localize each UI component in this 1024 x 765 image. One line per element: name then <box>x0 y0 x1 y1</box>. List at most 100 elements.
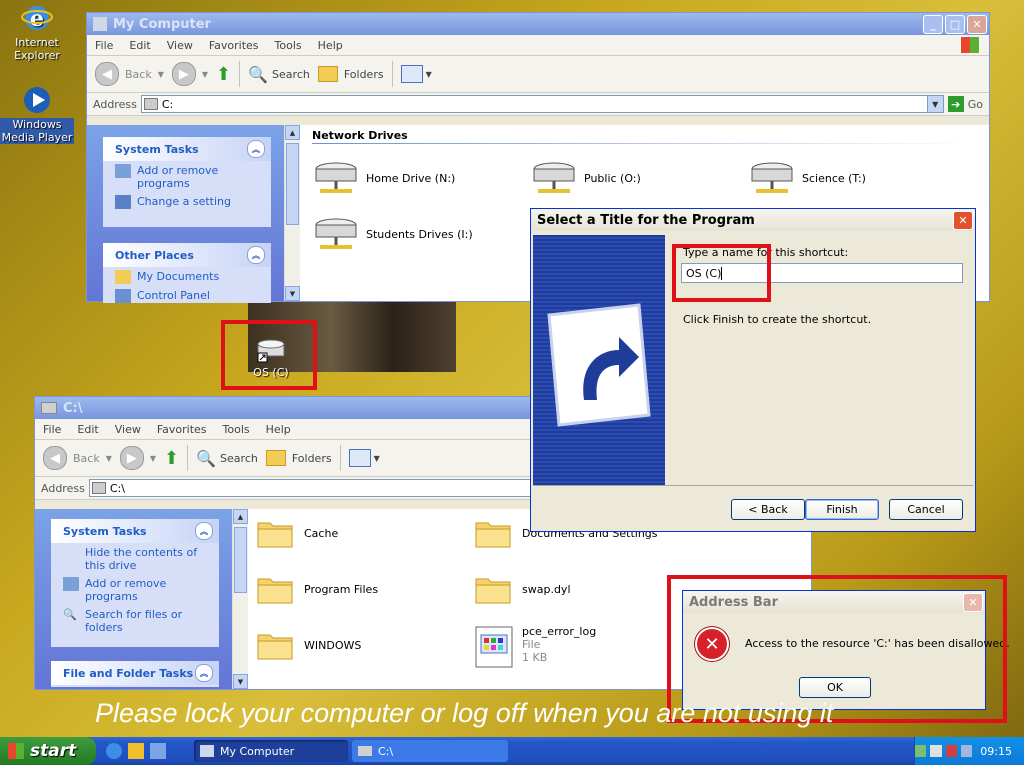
drive-label: Home Drive (N:) <box>366 171 456 185</box>
scroll-thumb[interactable] <box>234 527 247 593</box>
clock: 09:15 <box>980 744 1012 758</box>
collapse-chevron-icon[interactable]: ︽ <box>247 140 265 158</box>
volume-icon[interactable] <box>960 745 973 757</box>
desktop-icon-internet-explorer[interactable]: e Internet Explorer <box>0 2 74 62</box>
maximize-button[interactable]: □ <box>945 14 965 34</box>
network-icon[interactable] <box>914 745 927 757</box>
toolbar-separator <box>239 61 241 87</box>
forward-button[interactable]: ▶ ▼ <box>171 62 208 86</box>
menu-edit[interactable]: Edit <box>69 423 106 436</box>
folder-cache[interactable]: Cache <box>256 517 338 549</box>
up-folder-button[interactable]: ⬆ <box>164 448 179 469</box>
search-icon: 🔍 <box>248 64 269 84</box>
address-input[interactable]: C: ▼ <box>140 95 944 113</box>
section-divider <box>312 143 972 144</box>
desktop-icon-label: Internet Explorer <box>14 36 60 62</box>
scroll-down-arrow[interactable]: ▼ <box>233 674 248 689</box>
menu-tools[interactable]: Tools <box>215 423 258 436</box>
panel-header[interactable]: Other Places ︽ <box>103 243 271 267</box>
programs-icon <box>115 164 131 178</box>
scroll-up-arrow[interactable]: ▲ <box>233 509 248 524</box>
back-button[interactable]: ◀ Back ▼ <box>43 446 112 470</box>
scroll-up-arrow[interactable]: ▲ <box>285 125 300 140</box>
finish-button[interactable]: Finish <box>805 499 879 520</box>
collapse-chevron-icon[interactable]: ︽ <box>195 522 213 540</box>
menu-file[interactable]: File <box>87 39 121 52</box>
start-button[interactable]: start <box>0 737 96 765</box>
menu-edit[interactable]: Edit <box>121 39 158 52</box>
scroll-thumb[interactable] <box>286 143 299 225</box>
system-tasks-panel: System Tasks ︽ Hide the contents of this … <box>51 519 219 647</box>
drive-students-i[interactable]: Students Drives (I:) <box>314 217 473 251</box>
my-computer-titlebar[interactable]: My Computer _ □ ✕ <box>87 13 989 35</box>
computer-icon <box>200 745 214 757</box>
section-header-network-drives: Network Drives <box>312 129 408 142</box>
address-label: Address <box>41 481 85 495</box>
file-pce-error-log[interactable]: pce_error_log File 1 KB <box>474 625 596 669</box>
task-pane-scrollbar[interactable]: ▲ ▼ <box>284 125 300 301</box>
antivirus-icon[interactable] <box>930 745 942 757</box>
task-hide-drive-contents[interactable]: Hide the contents of this drive <box>51 543 219 574</box>
dialog-titlebar[interactable]: Select a Title for the Program ✕ <box>531 209 975 231</box>
folder-swap-dyl[interactable]: swap.dyl <box>474 573 571 605</box>
window-icon <box>41 402 57 414</box>
place-my-documents[interactable]: My Documents <box>103 267 271 286</box>
close-button[interactable]: ✕ <box>953 210 973 230</box>
folder-program-files[interactable]: Program Files <box>256 573 378 605</box>
search-button[interactable]: 🔍 Search <box>248 65 310 84</box>
folders-button[interactable]: Folders <box>317 66 384 82</box>
back-button[interactable]: ◀ Back ▼ <box>95 62 164 86</box>
menu-help[interactable]: Help <box>258 423 299 436</box>
views-button[interactable]: ▼ <box>400 65 432 83</box>
menu-help[interactable]: Help <box>310 39 351 52</box>
drive-home-n[interactable]: Home Drive (N:) <box>314 161 455 195</box>
menu-favorites[interactable]: Favorites <box>149 423 215 436</box>
drive-public-o[interactable]: Public (O:) <box>532 161 641 195</box>
go-button[interactable]: ➔ Go <box>947 96 983 112</box>
drive-science-t[interactable]: Science (T:) <box>750 161 866 195</box>
menu-view[interactable]: View <box>107 423 149 436</box>
menu-tools[interactable]: Tools <box>267 39 310 52</box>
network-drive-icon <box>533 162 575 193</box>
task-pane-scrollbar[interactable]: ▲ ▼ <box>232 509 248 689</box>
desktop-icon-windows-media-player[interactable]: Windows Media Player <box>0 84 74 144</box>
collapse-chevron-icon[interactable]: ︽ <box>195 664 213 682</box>
address-label: Address <box>93 97 137 111</box>
menu-file[interactable]: File <box>35 423 69 436</box>
quick-launch <box>106 743 166 759</box>
forward-button[interactable]: ▶ ▼ <box>119 446 156 470</box>
cancel-button[interactable]: Cancel <box>889 499 963 520</box>
scroll-down-arrow[interactable]: ▼ <box>285 286 300 301</box>
panel-header[interactable]: System Tasks ︽ <box>51 519 219 543</box>
collapse-chevron-icon[interactable]: ︽ <box>247 246 265 264</box>
panel-header[interactable]: File and Folder Tasks ︽ <box>51 661 219 685</box>
task-add-remove-programs[interactable]: Add or remove programs <box>51 574 219 605</box>
menu-bar: File Edit View Favorites Tools Help <box>87 35 989 56</box>
address-dropdown-button[interactable]: ▼ <box>926 96 943 112</box>
task-search-files[interactable]: 🔍 Search for files or folders <box>51 605 219 636</box>
folder-windows[interactable]: WINDOWS <box>256 629 361 661</box>
desktop-icon[interactable] <box>150 743 166 759</box>
back-button[interactable]: < Back <box>731 499 805 520</box>
system-tasks-panel: System Tasks ︽ Add or remove programs Cha… <box>103 137 271 227</box>
task-c-drive[interactable]: C:\ <box>352 740 508 762</box>
views-button[interactable]: ▼ <box>348 449 380 467</box>
up-folder-button[interactable]: ⬆ <box>216 64 231 85</box>
security-shield-icon[interactable] <box>945 745 957 757</box>
place-control-panel[interactable]: Control Panel <box>103 286 271 303</box>
panel-header[interactable]: System Tasks ︽ <box>103 137 271 161</box>
folders-button[interactable]: Folders <box>265 450 332 466</box>
outlook-icon[interactable] <box>128 743 144 759</box>
drive-small-icon <box>91 482 106 494</box>
menu-favorites[interactable]: Favorites <box>201 39 267 52</box>
menu-view[interactable]: View <box>159 39 201 52</box>
task-add-remove-programs[interactable]: Add or remove programs <box>103 161 271 192</box>
task-my-computer[interactable]: My Computer <box>194 740 348 762</box>
search-button[interactable]: 🔍 Search <box>196 449 258 468</box>
internet-explorer-icon: e <box>21 2 53 34</box>
close-button[interactable]: ✕ <box>967 14 987 34</box>
internet-explorer-icon[interactable] <box>106 743 122 759</box>
minimize-button[interactable]: _ <box>923 14 943 34</box>
task-pane: System Tasks ︽ Hide the contents of this … <box>35 509 233 689</box>
task-change-setting[interactable]: Change a setting <box>103 192 271 211</box>
